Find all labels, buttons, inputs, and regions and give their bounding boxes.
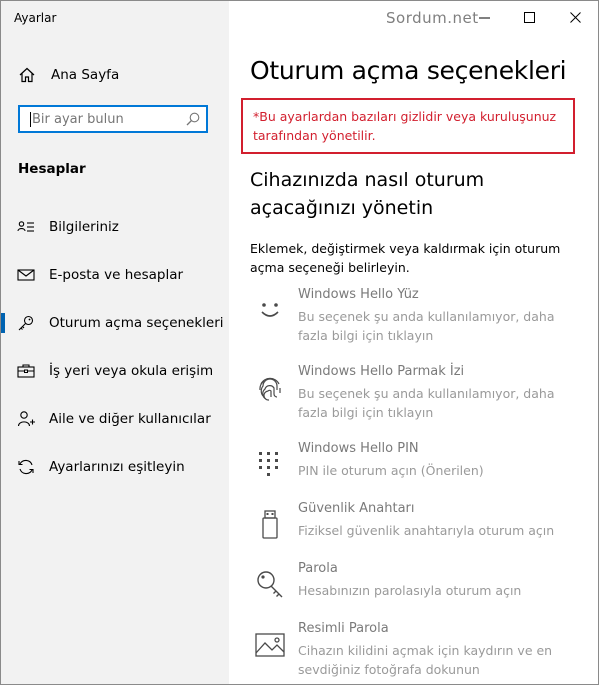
sidebar: Ayarlar Ana Sayfa Hesaplar Bilgileriniz [1,1,229,684]
option-title: Windows Hello PIN [298,441,419,456]
section-description: Eklemek, değiştirmek veya kaldırmak için… [250,241,561,275]
option-title: Windows Hello Parmak İzi [298,364,465,379]
option-hello-pin[interactable]: Windows Hello PIN PIN ile oturum açın (Ö… [250,441,590,501]
sidebar-item-aile[interactable]: Aile ve diğer kullanıcılar [1,397,229,441]
option-title: Parola [298,561,338,576]
option-subtitle: Hesabınızın parolasıyla oturum açın [298,583,522,598]
text-caret [30,112,31,127]
fingerprint-icon [254,372,286,404]
option-title: Güvenlik Anahtarı [298,501,415,516]
section-heading: Cihazınızda nasıl oturum açacağınızı yön… [250,169,485,219]
section-title: Hesaplar [18,161,86,177]
option-subtitle: PIN ile oturum açın (Önerilen) [298,463,484,478]
sidebar-item-is-yeri[interactable]: İş yeri veya okula erişim [1,349,229,393]
maximize-icon [524,12,535,23]
close-button[interactable] [554,5,598,31]
option-security-key[interactable]: Güvenlik Anahtarı Fiziksel güvenlik anah… [250,501,590,561]
option-title: Resimli Parola [298,621,389,636]
sidebar-item-label: Oturum açma seçenekleri [49,315,224,331]
option-picture-password[interactable]: Resimli Parola Cihazın kilidini açmak iç… [250,621,590,681]
sidebar-item-esitleme[interactable]: Ayarlarınızı eşitleyin [1,445,229,489]
option-subtitle: Bu seçenek şu anda kullanılamıyor, daha … [298,386,555,420]
sidebar-item-label: Aile ve diğer kullanıcılar [49,411,211,427]
window-title: Ayarlar [14,11,57,25]
option-password[interactable]: Parola Hesabınızın parolasıyla oturum aç… [250,561,590,621]
maximize-button[interactable] [508,5,552,31]
option-subtitle: Bu seçenek şu anda kullanılamıyor, daha … [298,309,555,343]
page-title: Oturum açma seçenekleri [250,56,567,85]
sidebar-item-label: İş yeri veya okula erişim [49,363,214,379]
home-label: Ana Sayfa [51,67,120,83]
person-card-icon [17,218,35,236]
sidebar-item-eposta[interactable]: E-posta ve hesaplar [1,253,229,297]
smiley-face-icon [254,295,286,327]
sidebar-item-oturum-acma[interactable]: Oturum açma seçenekleri [1,301,229,345]
briefcase-icon [17,362,35,380]
key-icon [17,314,35,332]
close-icon [570,12,581,23]
home-link[interactable]: Ana Sayfa [18,65,119,85]
minimize-button[interactable] [463,5,507,31]
search-box[interactable] [18,105,208,133]
policy-notice-box: *Bu ayarlardan bazıları gizlidir veya ku… [241,98,575,154]
password-key-icon [254,569,286,601]
option-subtitle: Cihazın kilidini açmak için kaydırın ve … [298,643,553,677]
usb-key-icon [254,509,286,541]
main-content: Sordum.net Oturum açma seçenekleri *Bu a… [229,1,598,684]
pin-keypad-icon [254,449,286,481]
search-icon[interactable] [184,110,202,128]
option-hello-fingerprint[interactable]: Windows Hello Parmak İzi Bu seçenek şu a… [250,364,590,424]
picture-icon [254,629,286,661]
sidebar-item-label: Bilgileriniz [49,219,119,235]
search-input[interactable] [32,107,182,131]
home-icon [18,66,36,84]
sidebar-item-label: E-posta ve hesaplar [49,267,184,283]
policy-notice: *Bu ayarlardan bazıları gizlidir veya ku… [253,109,557,143]
add-person-icon [17,410,35,428]
minimize-icon [479,17,490,19]
option-title: Windows Hello Yüz [298,287,419,302]
settings-window: Ayarlar Ana Sayfa Hesaplar Bilgileriniz [0,0,599,685]
sync-icon [17,458,35,476]
option-subtitle: Fiziksel güvenlik anahtarıyla oturum açı… [298,523,555,538]
sidebar-item-label: Ayarlarınızı eşitleyin [49,459,185,475]
option-hello-face[interactable]: Windows Hello Yüz Bu seçenek şu anda kul… [250,287,590,347]
sidebar-item-bilgileriniz[interactable]: Bilgileriniz [1,205,229,249]
mail-icon [17,266,35,284]
